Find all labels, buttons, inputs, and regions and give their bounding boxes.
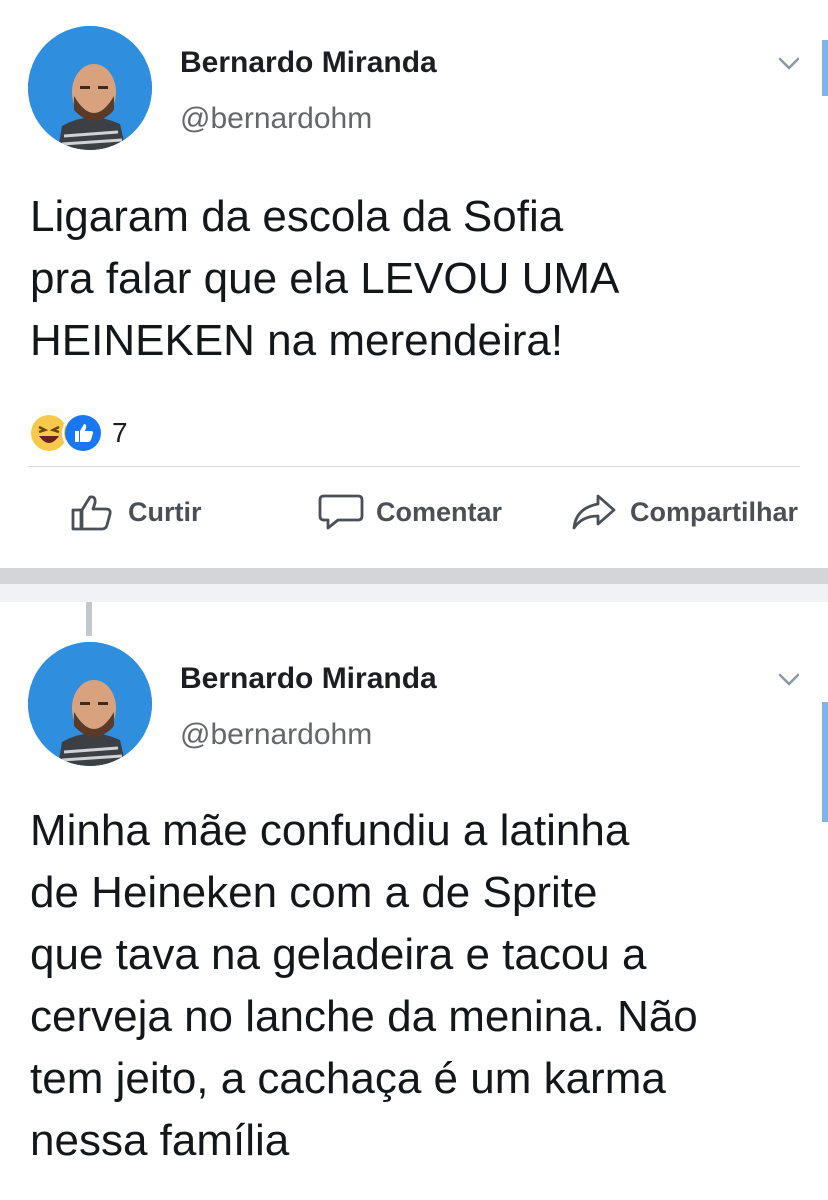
tweet-post-2: Bernardo Miranda @bernardohm Minha mãe c… — [0, 602, 828, 1200]
post-gap — [0, 584, 828, 602]
scroll-indicator — [822, 40, 828, 96]
thumbs-up-icon — [62, 412, 104, 454]
comment-bubble-icon — [318, 494, 364, 530]
author-name[interactable]: Bernardo Miranda — [180, 46, 437, 80]
like-button[interactable]: Curtir — [70, 492, 202, 532]
tweet-text: Minha mãe confundiu a latinha de Heineke… — [30, 806, 698, 1165]
reaction-count: 7 — [112, 417, 128, 448]
avatar[interactable] — [28, 642, 152, 766]
post-separator — [0, 568, 828, 584]
share-button[interactable]: Compartilhar — [570, 492, 798, 532]
thumbs-up-outline-icon — [71, 495, 112, 531]
tweet-text: Ligaram da escola da Sofia pra falar que… — [30, 192, 620, 365]
chevron-down-icon[interactable] — [776, 666, 802, 692]
comment-button[interactable]: Comentar — [318, 492, 502, 532]
tweet-post-1: Bernardo Miranda @bernardohm Ligaram da … — [0, 0, 828, 568]
share-label: Compartilhar — [630, 496, 799, 527]
share-arrow-icon — [572, 494, 616, 530]
comment-label: Comentar — [376, 496, 503, 527]
author-name[interactable]: Bernardo Miranda — [180, 662, 437, 696]
action-bar: Curtir Comentar Compartilhar — [0, 492, 828, 546]
avatar[interactable] — [28, 26, 152, 150]
like-label: Curtir — [128, 496, 202, 527]
divider — [28, 466, 800, 467]
thread-connector — [86, 602, 92, 636]
reactions-summary[interactable]: 7 — [28, 412, 128, 454]
chevron-down-icon[interactable] — [776, 50, 802, 76]
author-handle[interactable]: @bernardohm — [180, 718, 372, 752]
scroll-indicator — [822, 702, 828, 822]
author-handle[interactable]: @bernardohm — [180, 102, 372, 136]
